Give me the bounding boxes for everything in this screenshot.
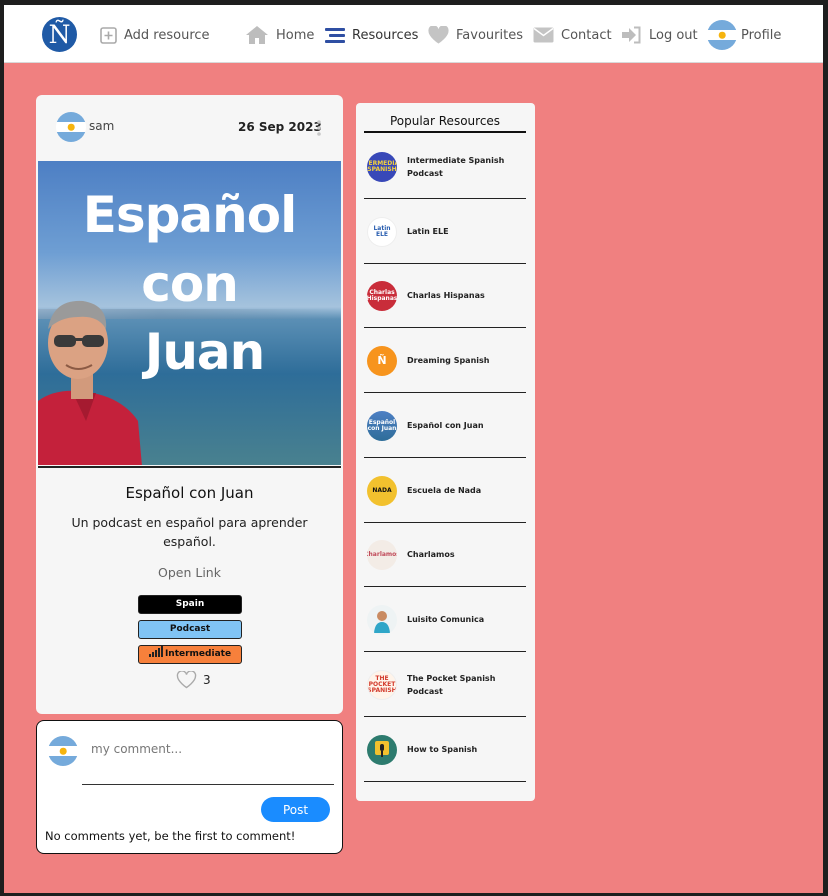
nav-contact[interactable]: Contact [533,24,612,46]
post-description: Un podcast en español para aprender espa… [71,515,308,549]
resource-thumb [367,604,397,635]
no-comments-message: No comments yet, be the first to comment… [45,829,296,843]
author-avatar[interactable] [56,112,86,142]
more-vertical-icon[interactable] [316,119,322,137]
resource-item-the-pocket-spanish-podcast[interactable]: THE POCKET SPANISH The Pocket Spanish Po… [364,653,526,717]
resource-thumb [367,734,397,765]
logout-icon [622,26,641,44]
post-date: 26 Sep 2023 [238,120,322,134]
envelope-icon [533,27,554,43]
menu-lines-icon [325,27,345,43]
open-link[interactable]: Open Link [36,565,343,580]
post-image: Español con Juan [38,161,341,465]
resource-thumb: THE POCKET SPANISH [367,669,397,700]
resource-thumb: Ñ [367,345,397,376]
resource-item-escuela-de-nada[interactable]: NADA Escuela de Nada [364,459,526,523]
nav-resources-label: Resources [352,27,419,43]
resource-name: Luisito Comunica [407,615,485,624]
person-illustration [38,300,142,465]
resource-thumb: NADA [367,475,397,506]
comment-avatar [48,736,78,766]
resource-thumb: ¿Charlamos? [367,539,397,570]
tag-country[interactable]: Spain [138,595,242,614]
resource-name: Charlas Hispanas [407,291,485,300]
resource-item-latin-ele[interactable]: Latin ELE Latin ELE [364,200,526,264]
tag-level-label: Intermediate [164,649,232,659]
nav-add-resource-label: Add resource [124,27,210,43]
nav-profile-label: Profile [741,27,782,43]
navbar: Ñ Add resource Home Resources Favourites… [4,5,823,63]
tag-level[interactable]: Intermediate [138,645,242,664]
popular-resources-panel: Popular Resources INTERMEDIATE SPANISH I… [356,103,535,801]
image-title-line1: Español [82,186,298,244]
nav-favourites[interactable]: Favourites [428,24,523,46]
nav-profile[interactable]: Profile [707,20,781,50]
resource-name: Escuela de Nada [407,486,482,495]
resource-thumb: Español con Juan [367,410,397,441]
resource-item-espanol-con-juan[interactable]: Español con Juan Español con Juan [364,394,526,458]
signal-bars-icon [148,646,163,657]
resource-item-intermediate-spanish-podcast[interactable]: INTERMEDIATE SPANISH Intermediate Spanis… [364,135,526,199]
resource-name: Latin ELE [407,227,449,236]
nav-add-resource[interactable]: Add resource [100,24,210,46]
heart-icon [428,26,449,44]
nav-home-label: Home [276,27,315,43]
resource-item-charlas-hispanas[interactable]: Charlas Hispanas Charlas Hispanas [364,264,526,328]
like-button[interactable]: 3 [176,671,211,689]
tag-type[interactable]: Podcast [138,620,242,639]
heart-outline-icon [176,671,197,689]
post-comment-button[interactable]: Post [261,797,330,822]
nav-home[interactable]: Home [245,24,314,46]
resource-thumb: INTERMEDIATE SPANISH [367,151,397,182]
comment-box: Post No comments yet, be the first to co… [36,720,343,854]
resource-thumb: Charlas Hispanas [367,280,397,311]
resource-item-how-to-spanish[interactable]: How to Spanish [364,718,526,782]
resource-thumb: Latin ELE [367,216,397,247]
nav-favourites-label: Favourites [456,27,523,43]
resource-item-charlamos[interactable]: ¿Charlamos? Charlamos [364,523,526,587]
microphone-icon [375,740,389,757]
nav-resources[interactable]: Resources [325,24,418,46]
image-divider [38,466,341,468]
app-frame: Ñ Add resource Home Resources Favourites… [4,5,823,893]
resource-item-luisito-comunica[interactable]: Luisito Comunica [364,588,526,652]
popular-resources-title: Popular Resources [364,114,526,133]
post-card: sam 26 Sep 2023 Español con Juan Español [36,95,343,714]
profile-avatar [707,20,737,50]
resource-name: Dreaming Spanish [407,356,490,365]
nav-contact-label: Contact [561,27,612,43]
like-count: 3 [203,673,211,687]
resource-name: Charlamos [407,550,455,559]
plus-square-icon [100,26,117,44]
resource-item-dreaming-spanish[interactable]: Ñ Dreaming Spanish [364,329,526,393]
post-title: Español con Juan [125,484,254,502]
nav-logout-label: Log out [649,27,698,43]
logo[interactable]: Ñ [42,17,77,52]
resource-name: The Pocket Spanish Podcast [407,673,496,696]
post-header: sam 26 Sep 2023 [36,95,343,159]
resource-name: Intermediate Spanish Podcast [407,155,505,178]
author-name[interactable]: sam [89,119,114,133]
home-icon [246,26,268,44]
nav-logout[interactable]: Log out [621,24,698,46]
resource-name: How to Spanish [407,745,478,754]
resource-name: Español con Juan [407,421,484,430]
comment-input[interactable] [82,735,334,785]
person-thumb-icon [374,610,390,633]
